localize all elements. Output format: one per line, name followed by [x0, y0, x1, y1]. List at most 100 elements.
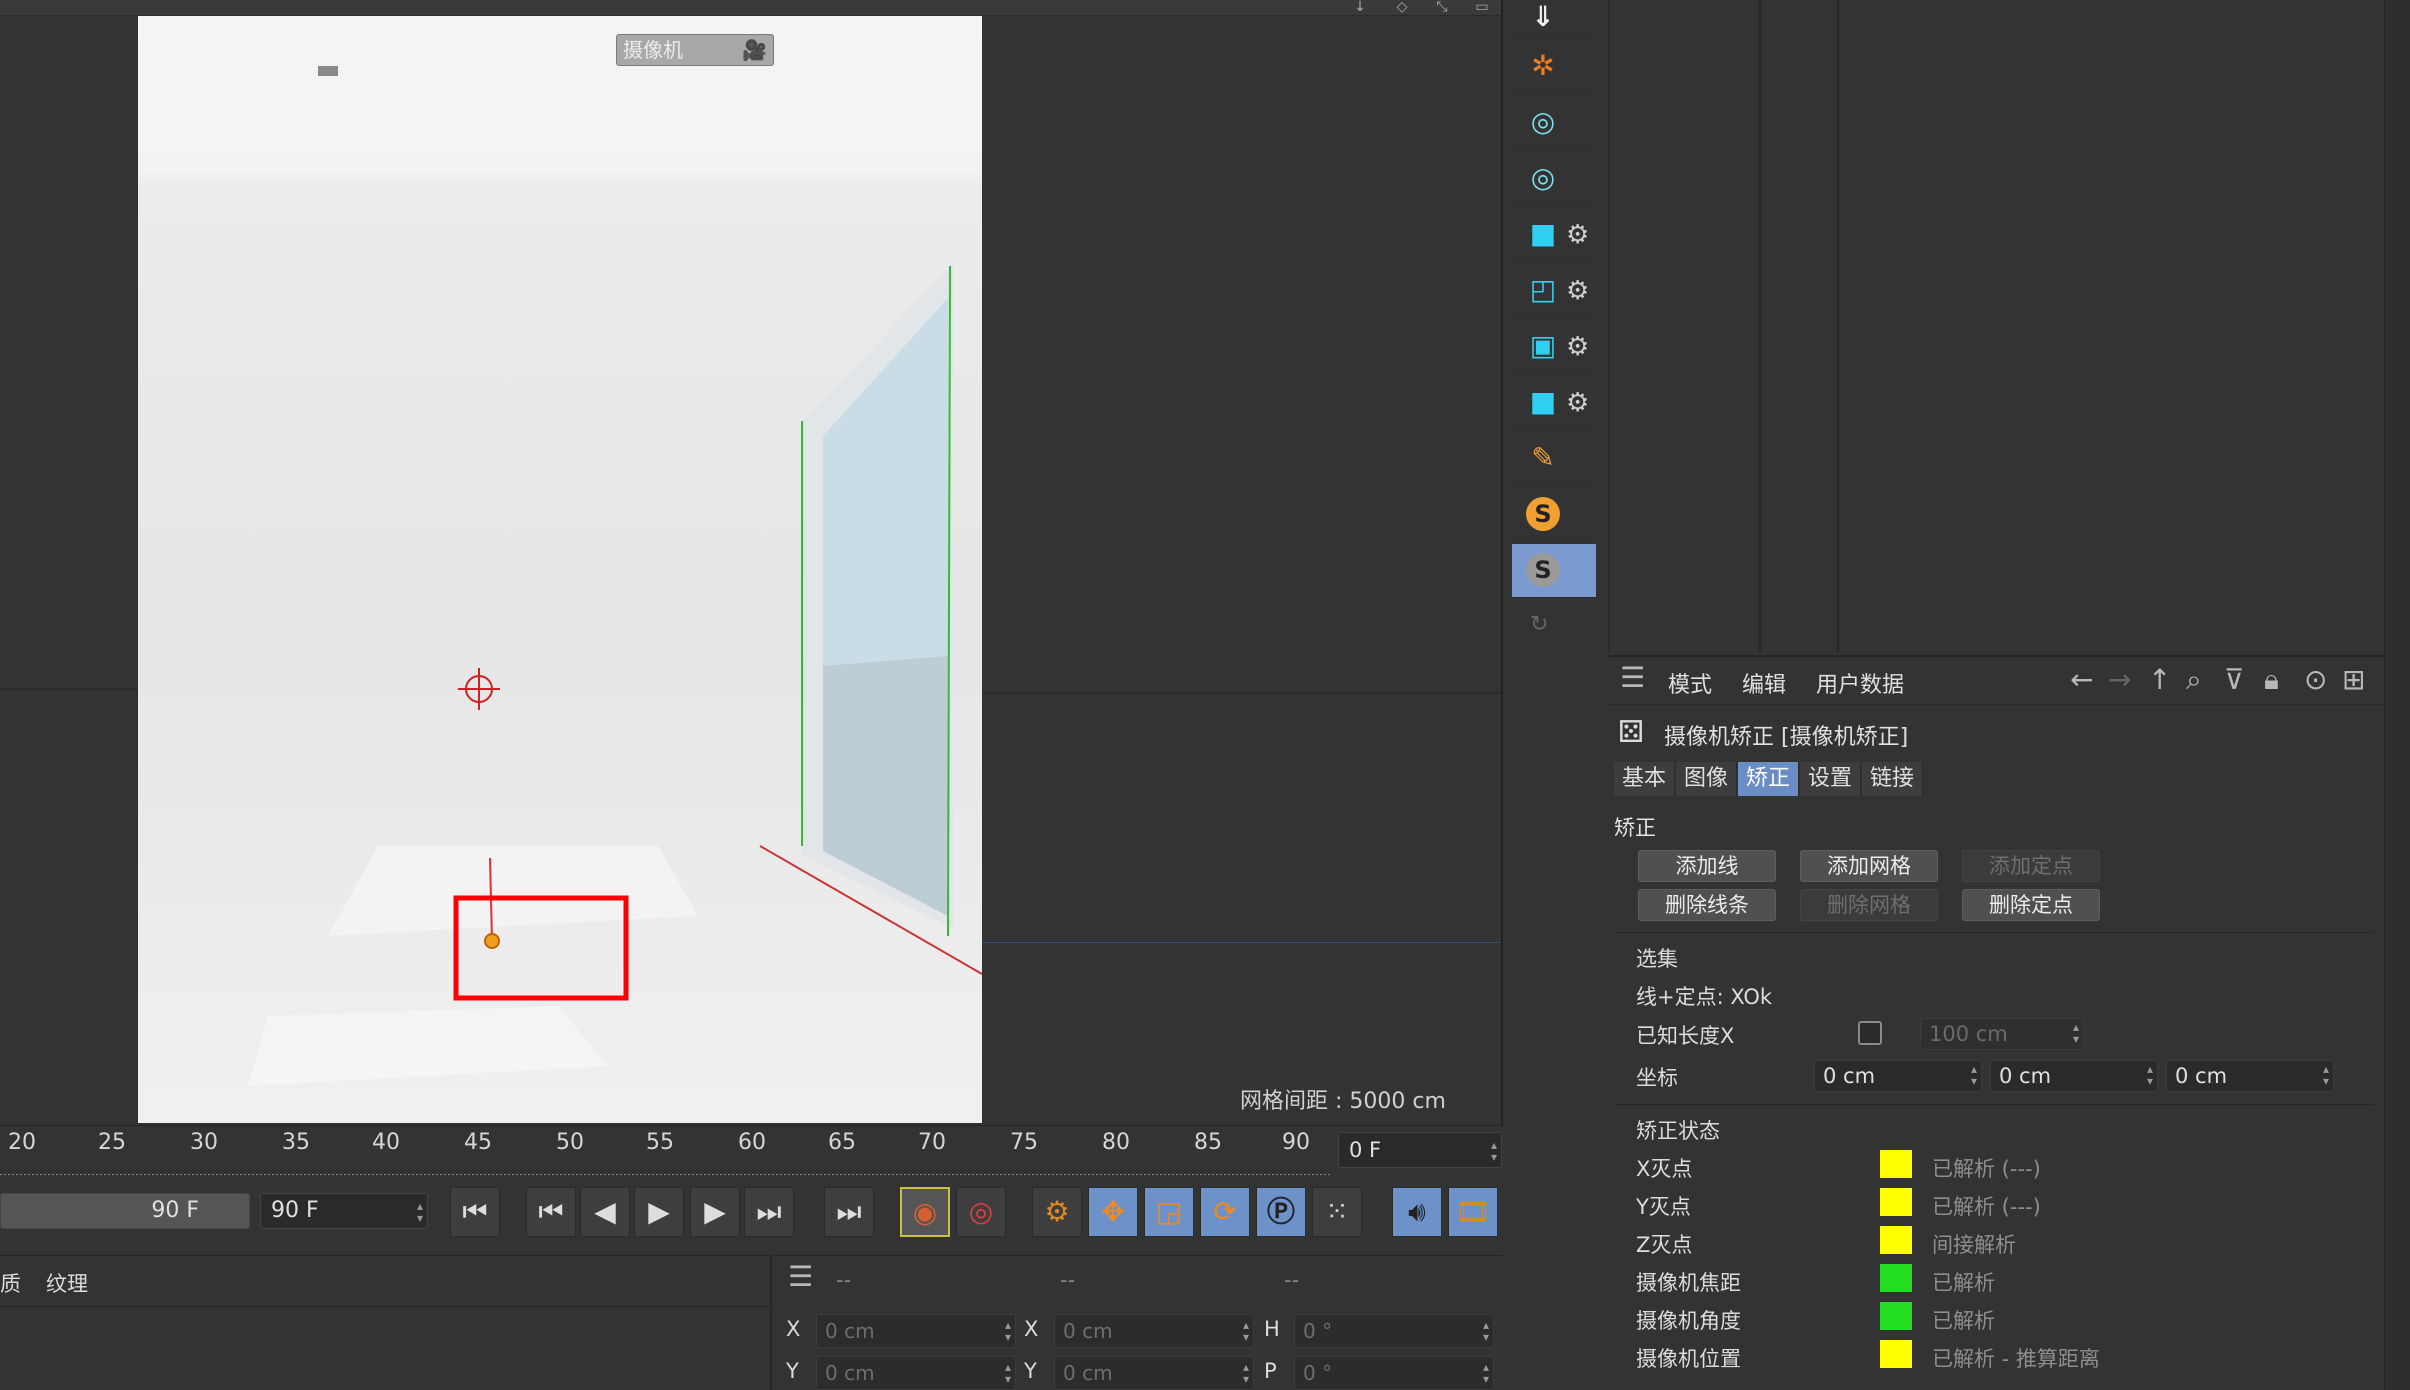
- tab-settings[interactable]: 设置: [1800, 762, 1862, 796]
- point-level-icon[interactable]: ⁙: [1312, 1187, 1362, 1237]
- spinner-icon[interactable]: ▴ ▾: [1491, 1139, 1497, 1163]
- gear-icon[interactable]: ⚙: [1566, 222, 1589, 248]
- tool-boole-1[interactable]: ◎: [1512, 96, 1596, 150]
- gear-icon[interactable]: ⚙: [1566, 334, 1589, 360]
- hamburger-menu-icon[interactable]: ☰: [1620, 663, 1645, 693]
- delete-lines-button[interactable]: 删除线条: [1638, 889, 1776, 921]
- tab-basic[interactable]: 基本: [1614, 762, 1676, 796]
- tab-calibrate[interactable]: 矫正: [1738, 762, 1800, 796]
- divider: [0, 1306, 770, 1307]
- size-x-field[interactable]: 0 cm ▴ ▾: [1054, 1314, 1254, 1348]
- end-frame-slider[interactable]: 90 F: [0, 1193, 250, 1229]
- lock-icon[interactable]: 🔒︎: [2264, 665, 2279, 695]
- keyframe-settings-icon[interactable]: ⚙: [1032, 1187, 1082, 1237]
- new-panel-icon[interactable]: ⊞: [2342, 665, 2365, 695]
- maximize-view-icon[interactable]: ▭: [1472, 0, 1492, 14]
- timeline-ruler[interactable]: 20 25 30 35 40 45 50 55 60 65 70 75 80 8…: [0, 1125, 1503, 1176]
- gear-icon[interactable]: ⚙: [1566, 278, 1589, 304]
- filter-icon[interactable]: ⊽: [2224, 665, 2245, 695]
- tool-s-orange[interactable]: S: [1512, 488, 1596, 542]
- move-view-icon[interactable]: ↓: [1350, 0, 1370, 14]
- texture-tab[interactable]: 纹理: [46, 1268, 88, 1298]
- move-key-icon[interactable]: ✥: [1088, 1187, 1138, 1237]
- viewport[interactable]: ↓ ◇ ⤡ ▭ 摄像机 🎥 网格间距: 5000 cm: [0, 0, 1503, 1125]
- record-button[interactable]: ◉: [900, 1187, 950, 1237]
- size-y-label: Y: [1024, 1359, 1037, 1383]
- tool-shape-3[interactable]: ▣ ⚙: [1512, 320, 1596, 374]
- forward-arrow-icon[interactable]: →: [2108, 665, 2131, 695]
- delete-grid-button[interactable]: 删除网格: [1800, 889, 1938, 921]
- prev-key-button[interactable]: ⏮: [526, 1187, 576, 1237]
- pos-y-field[interactable]: 0 cm ▴ ▾: [816, 1356, 1016, 1390]
- rotate-view-icon[interactable]: ◇: [1392, 0, 1412, 14]
- tool-download[interactable]: ⇓: [1512, 0, 1596, 38]
- up-arrow-icon[interactable]: ↑: [2148, 665, 2171, 695]
- spinner-icon[interactable]: ▴ ▾: [2073, 1021, 2079, 1045]
- rot-p-field[interactable]: 0 ° ▴ ▾: [1294, 1356, 1494, 1390]
- menu-user-data[interactable]: 用户数据: [1816, 667, 1904, 699]
- tool-shape-2[interactable]: ◰ ⚙: [1512, 264, 1596, 318]
- param-key-icon[interactable]: Ⓟ: [1256, 1187, 1306, 1237]
- prev-frame-button[interactable]: ◀: [580, 1187, 630, 1237]
- spinner-icon[interactable]: ▴ ▾: [1243, 1361, 1249, 1385]
- film-icon[interactable]: 🎞︎: [1448, 1187, 1498, 1237]
- add-line-button[interactable]: 添加线: [1638, 850, 1776, 882]
- object-manager[interactable]: [1608, 0, 2396, 652]
- next-frame-button[interactable]: ▶: [690, 1187, 740, 1237]
- spinner-icon[interactable]: ▴ ▾: [1005, 1361, 1011, 1385]
- material-manager[interactable]: 质 纹理: [0, 1255, 772, 1390]
- go-end-button[interactable]: ⏭: [824, 1187, 874, 1237]
- menu-mode[interactable]: 模式: [1668, 667, 1712, 699]
- rot-h-field[interactable]: 0 ° ▴ ▾: [1294, 1314, 1494, 1348]
- delete-point-button[interactable]: 删除定点: [1962, 889, 2100, 921]
- known-length-checkbox[interactable]: [1858, 1021, 1882, 1045]
- tool-shape-1[interactable]: ■ ⚙: [1512, 208, 1596, 262]
- material-tab[interactable]: 质: [0, 1268, 21, 1298]
- gear-icon[interactable]: ⚙: [1566, 390, 1589, 416]
- spinner-icon[interactable]: ▴ ▾: [2323, 1063, 2329, 1087]
- search-icon[interactable]: ⌕: [2186, 665, 2202, 695]
- camera-render-area[interactable]: 摄像机 🎥: [138, 16, 982, 1123]
- spinner-icon[interactable]: ▴ ▾: [1243, 1319, 1249, 1343]
- coord-x-field[interactable]: 0 cm ▴ ▾: [1814, 1060, 1982, 1092]
- spinner-icon[interactable]: ▴ ▾: [1005, 1319, 1011, 1343]
- camera-label[interactable]: 摄像机 🎥: [616, 34, 774, 66]
- tool-vanishing[interactable]: ✲: [1512, 40, 1596, 94]
- next-key-button[interactable]: ⏭: [744, 1187, 794, 1237]
- sound-icon[interactable]: 🔊︎: [1392, 1187, 1442, 1237]
- zoom-view-icon[interactable]: ⤡: [1432, 0, 1452, 14]
- rotate-key-icon[interactable]: ⟳: [1200, 1187, 1250, 1237]
- tool-pencil[interactable]: ✎: [1512, 432, 1596, 486]
- add-grid-button[interactable]: 添加网格: [1800, 850, 1938, 882]
- menu-edit[interactable]: 编辑: [1742, 667, 1786, 699]
- hamburger-menu-icon[interactable]: ☰: [788, 1262, 813, 1292]
- refresh-icon[interactable]: ↻: [1530, 612, 1548, 637]
- known-length-field[interactable]: 100 cm ▴ ▾: [1920, 1018, 2084, 1050]
- autokey-button[interactable]: ◎: [956, 1187, 1006, 1237]
- play-button[interactable]: ▶: [634, 1187, 684, 1237]
- target-icon[interactable]: ⊙: [2304, 665, 2327, 695]
- tool-shape-4[interactable]: ■ ⚙: [1512, 376, 1596, 430]
- back-arrow-icon[interactable]: ←: [2070, 665, 2093, 695]
- spinner-icon[interactable]: ▴ ▾: [417, 1200, 423, 1224]
- tool-boole-2[interactable]: ◎: [1512, 152, 1596, 206]
- pos-x-field[interactable]: 0 cm ▴ ▾: [816, 1314, 1016, 1348]
- focal-length-status: 已解析: [1932, 1271, 1995, 1295]
- tab-image[interactable]: 图像: [1676, 762, 1738, 796]
- tool-s-grey[interactable]: S: [1512, 544, 1596, 598]
- spinner-icon[interactable]: ▴ ▾: [1483, 1361, 1489, 1385]
- size-y-field[interactable]: 0 cm ▴ ▾: [1054, 1356, 1254, 1390]
- scale-key-icon[interactable]: ◲: [1144, 1187, 1194, 1237]
- coord-z-field[interactable]: 0 cm ▴ ▾: [2166, 1060, 2334, 1092]
- current-frame-field[interactable]: 0 F ▴ ▾: [1338, 1132, 1502, 1168]
- spinner-icon[interactable]: ▴ ▾: [2147, 1063, 2153, 1087]
- spinner-icon[interactable]: ▴ ▾: [1483, 1319, 1489, 1343]
- spinner-icon[interactable]: ▴ ▾: [1971, 1063, 1977, 1087]
- boole-union-icon: ◎: [1530, 161, 1556, 194]
- end-frame-field[interactable]: 90 F ▴ ▾: [260, 1193, 428, 1229]
- tab-links[interactable]: 链接: [1862, 762, 1924, 796]
- go-start-button[interactable]: ⏮: [450, 1187, 500, 1237]
- add-point-button[interactable]: 添加定点: [1962, 850, 2100, 882]
- right-dock-tabs[interactable]: [2384, 0, 2410, 1390]
- coord-y-field[interactable]: 0 cm ▴ ▾: [1990, 1060, 2158, 1092]
